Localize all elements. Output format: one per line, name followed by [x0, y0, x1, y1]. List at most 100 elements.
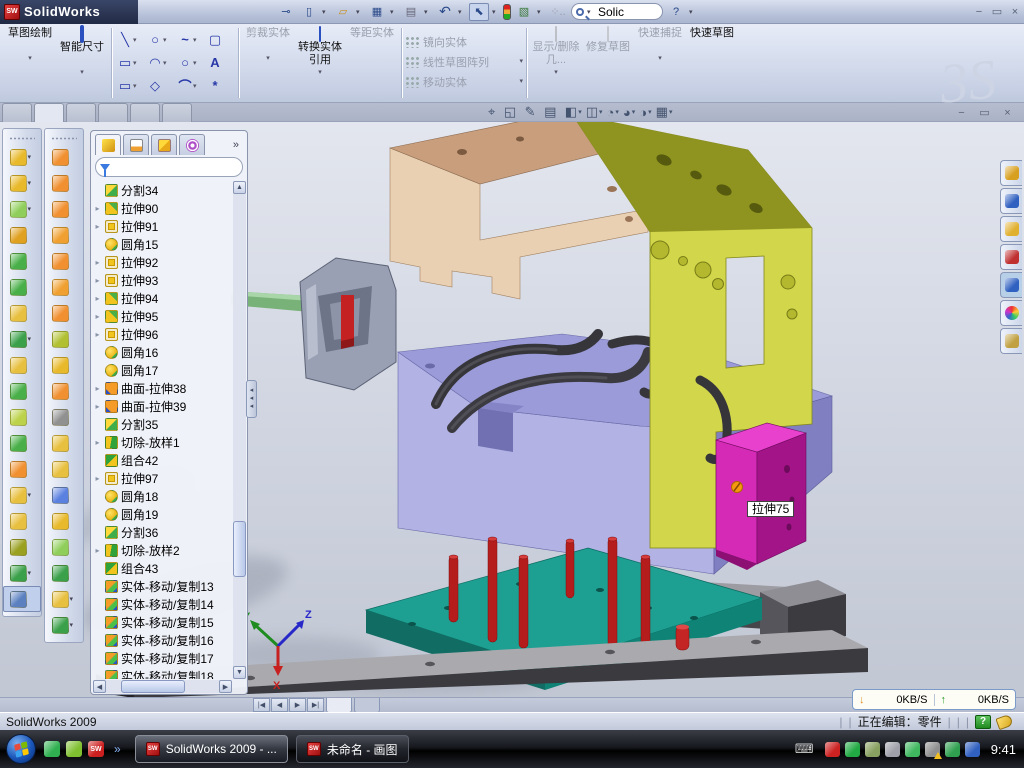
close-window-icon[interactable]: × — [1006, 4, 1024, 20]
filled-surface-button[interactable]: ▾ — [45, 274, 83, 300]
feature-tree-row[interactable]: ▸ 实体-移动/复制14 — [93, 595, 232, 613]
polygon-tool[interactable]: ◇▾ — [145, 74, 175, 97]
hole-wizard-button[interactable]: ▾ — [3, 300, 41, 326]
feature-tree-row[interactable]: ▸ 圆角16 — [93, 343, 232, 361]
feature-tree-row[interactable]: ▸ 切除-放样2 — [93, 541, 232, 559]
line-tool[interactable]: ╲▾ — [115, 28, 145, 51]
offset-entities-button[interactable]: 等距实体 ▾ — [346, 26, 398, 77]
expand-icon[interactable]: ▸ — [93, 474, 102, 483]
ellipse-tool[interactable]: ○▾ — [175, 51, 205, 74]
save-caret[interactable]: ▾ — [390, 8, 398, 16]
spline-curve-button[interactable]: ▾ — [3, 560, 41, 586]
file-explorer-tab[interactable] — [1000, 216, 1022, 242]
imported-geometry-button[interactable]: ▾ — [3, 508, 41, 534]
doc-restore-icon[interactable]: ▭ — [976, 105, 993, 120]
lofted-boss-button[interactable]: ▾ — [3, 248, 41, 274]
tab-surfaces[interactable] — [66, 103, 96, 122]
convert-entities-button[interactable]: 转换实体引用 ▾ — [294, 26, 346, 77]
expand-icon[interactable]: ▸ — [93, 546, 102, 555]
select-caret[interactable]: ▾ — [492, 8, 500, 16]
lofted-surface-button[interactable]: ▾ — [45, 222, 83, 248]
expand-icon[interactable]: ▸ — [93, 258, 102, 267]
section-tool-button[interactable]: ✎▾ — [525, 104, 540, 120]
next-tab-icon[interactable]: ▶ — [289, 698, 306, 712]
point-tool[interactable]: *▾ — [205, 74, 235, 97]
last-tab-icon[interactable]: ▶| — [307, 698, 324, 712]
messenger-status-icon[interactable] — [965, 742, 980, 757]
menu-tools[interactable] — [218, 9, 234, 15]
expand-icon[interactable]: ▸ — [93, 294, 102, 303]
feature-tree-row[interactable]: ▸ 切除-放样1 — [93, 433, 232, 451]
thicken-button[interactable]: ▾ — [45, 352, 83, 378]
move-copy-body-button[interactable]: ▾ — [3, 456, 41, 482]
extended-surface-button[interactable]: ▾ — [45, 196, 83, 222]
search-box[interactable]: ▾ Solic — [571, 3, 663, 20]
offset-surface-button[interactable]: ▾ — [45, 326, 83, 352]
security-alert-icon[interactable] — [825, 742, 840, 757]
edit-appearance-button[interactable]: ◕▾ — [623, 105, 635, 120]
feature-tree-row[interactable]: ▸ 实体-移动/复制16 — [93, 631, 232, 649]
tab-dimxpert[interactable] — [162, 103, 192, 122]
appearances-tab[interactable] — [1000, 300, 1022, 326]
feature-tree-row[interactable]: ▸ 圆角15 — [93, 235, 232, 253]
expand-icon[interactable]: ▸ — [93, 402, 102, 411]
open-document-icon[interactable]: ▱ — [333, 3, 353, 21]
options-icon[interactable]: ▧ — [514, 3, 534, 21]
open-caret[interactable]: ▾ — [356, 8, 364, 16]
quick-tips-icon[interactable]: ? — [975, 715, 991, 729]
feature-tree-row[interactable]: ▸ 实体-移动/复制17 — [93, 649, 232, 667]
graphics-viewport[interactable]: Y Z X ▾ ▾ ▾ ▾ ▾ ▾ — [0, 122, 1024, 697]
expand-icon[interactable]: ▸ — [93, 384, 102, 393]
feature-tree-row[interactable]: ▸ 拉伸90 — [93, 199, 232, 217]
network-speed-widget[interactable]: ↓0KB/S ↑0KB/S — [852, 689, 1016, 710]
save-icon[interactable]: ▦ — [367, 3, 387, 21]
feature-tree-row[interactable]: ▸ 分割36 — [93, 523, 232, 541]
delete-body-button[interactable]: ▾ — [3, 482, 41, 508]
tree-vertical-scrollbar[interactable] — [233, 181, 246, 679]
restore-window-icon[interactable]: ▭ — [988, 4, 1006, 20]
smart-dimension-button[interactable]: 智能尺寸 ▾ — [56, 26, 108, 77]
fillet-surface-button[interactable]: ▾ — [45, 534, 83, 560]
feature-tree-row[interactable]: ▸ 曲面-拉伸38 — [93, 379, 232, 397]
curve-button[interactable]: ▾ — [3, 534, 41, 560]
swept-boss-button[interactable]: ▾ — [3, 222, 41, 248]
zoom-area-button[interactable]: ◱▾ — [504, 104, 521, 120]
fillet-button[interactable]: ▾ — [3, 196, 41, 222]
apply-scene-button[interactable]: ◑▾ — [639, 105, 651, 120]
doc-close-icon[interactable]: × — [999, 105, 1016, 120]
feature-tree-row[interactable]: ▸ 拉伸96 — [93, 325, 232, 343]
revolved-surface-button[interactable]: ▾ — [45, 170, 83, 196]
freeform-button[interactable]: ▾ — [45, 508, 83, 534]
sync-icon[interactable] — [905, 742, 920, 757]
feature-tree-row[interactable]: ▸ 实体-移动/复制13 — [93, 577, 232, 595]
expand-icon[interactable]: ▸ — [93, 204, 102, 213]
rebuild-icon[interactable] — [503, 4, 511, 20]
panel-splitter-handle[interactable]: ◂◂◂ — [246, 380, 257, 418]
sketch-text-tool[interactable]: A▾ — [205, 51, 235, 74]
feature-tree-row[interactable]: ▸ 圆角18 — [93, 487, 232, 505]
tab-evaluate[interactable] — [130, 103, 160, 122]
swept-surface-button[interactable]: ▾ — [45, 144, 83, 170]
tree-hscroll-thumb[interactable] — [121, 680, 185, 693]
menu-edit[interactable] — [164, 9, 180, 15]
view-orientation-button[interactable]: ◫▾ — [586, 104, 603, 120]
undo-icon[interactable]: ↶ — [435, 3, 455, 21]
update-icon[interactable] — [865, 742, 880, 757]
trim-entities-button[interactable]: 剪裁实体 ▾ — [242, 26, 294, 77]
design-library-tab[interactable] — [1000, 188, 1022, 214]
start-button[interactable] — [6, 734, 36, 764]
feature-tree-row[interactable]: ▸ 曲面-拉伸39 — [93, 397, 232, 415]
scroll-left-icon[interactable]: ◀ — [93, 680, 106, 693]
doc-minimize-icon[interactable]: − — [953, 105, 970, 120]
boss-extrude-button[interactable]: ▾ — [3, 144, 41, 170]
linear-sketch-pattern-button[interactable]: 线性草图阵列 ▾ — [405, 52, 523, 71]
feature-tree-row[interactable]: ▸ 拉伸92 — [93, 253, 232, 271]
rib-button[interactable]: ▾ — [3, 352, 41, 378]
tree-vscroll-thumb[interactable] — [233, 521, 246, 577]
volume-icon[interactable] — [885, 742, 900, 757]
hide-show-items-button[interactable]: ◔▾ — [607, 105, 619, 120]
feature-tree-row[interactable]: ▸ 拉伸91 — [93, 217, 232, 235]
quick-snaps-button[interactable]: 快速捕捉 ▾ — [634, 26, 686, 77]
display-style-button[interactable]: ◧▾ — [565, 104, 582, 120]
custom-properties-tab[interactable] — [1000, 328, 1022, 354]
